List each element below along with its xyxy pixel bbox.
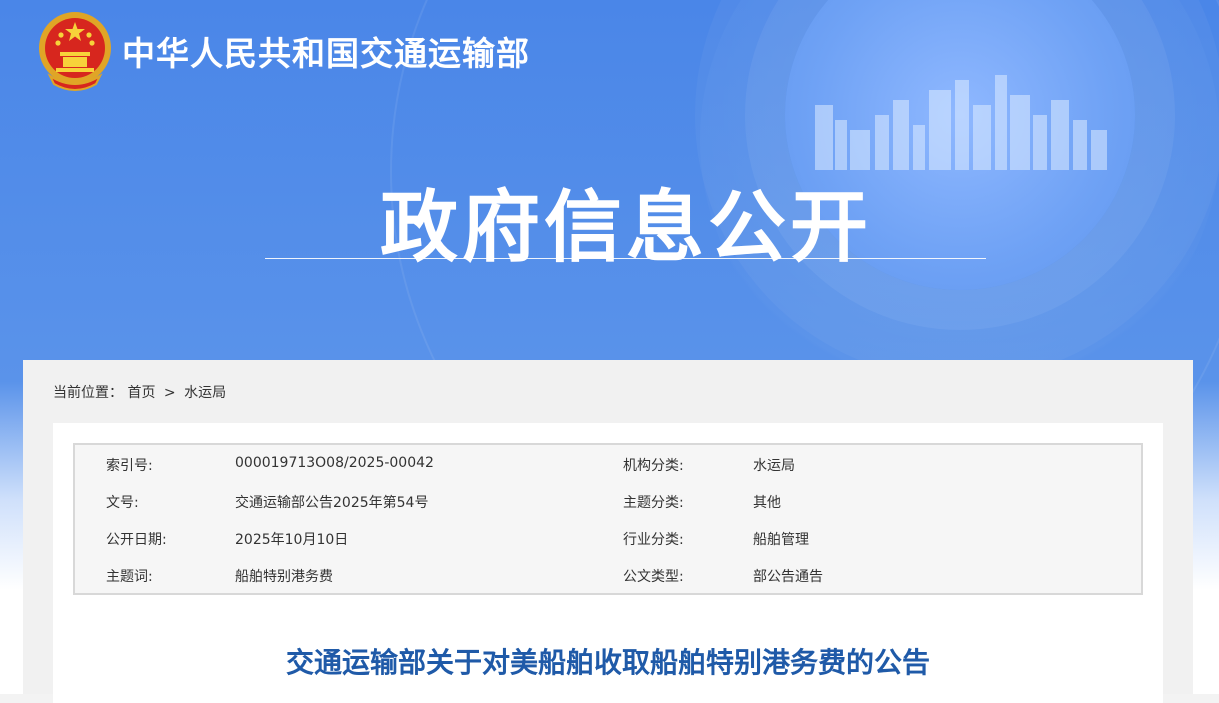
metadata-value: 2025年10月10日 [235,532,349,548]
content-area: 索引号: 000019713O08/2025-00042 机构分类: 水运局 文… [53,423,1163,703]
metadata-value: 部公告通告 [753,569,823,585]
metadata-value: 水运局 [753,458,795,474]
city-skyline-icon [815,75,1107,170]
metadata-value: 船舶管理 [753,532,809,548]
breadcrumb-home-link[interactable]: 首页 [127,385,155,401]
site-logo[interactable]: 中华人民共和国交通运输部 [36,10,530,92]
metadata-key: 索引号: [106,458,153,474]
metadata-value: 其他 [753,495,781,511]
metadata-value: 000019713O08/2025-00042 [235,455,434,471]
title-divider [265,258,986,259]
national-emblem-icon [39,12,111,91]
metadata-key: 文号: [106,495,139,511]
metadata-row: 文号: 交通运输部公告2025年第54号 主题分类: 其他 [75,482,1141,519]
breadcrumb: 当前位置： 首页 > 水运局 [53,382,226,402]
metadata-row: 主题词: 船舶特别港务费 公文类型: 部公告通告 [75,556,1141,593]
document-metadata-table: 索引号: 000019713O08/2025-00042 机构分类: 水运局 文… [73,443,1143,595]
metadata-key: 主题分类: [623,495,684,511]
metadata-key: 行业分类: [623,532,684,548]
metadata-key: 机构分类: [623,458,684,474]
section-title: 政府信息公开 [379,182,872,273]
breadcrumb-label: 当前位置： [53,385,123,401]
document-title: 交通运输部关于对美船舶收取船舶特别港务费的公告 [285,646,930,679]
metadata-key: 公开日期: [106,532,167,548]
metadata-value: 交通运输部公告2025年第54号 [235,495,429,511]
metadata-row: 公开日期: 2025年10月10日 行业分类: 船舶管理 [75,519,1141,556]
site-title: 中华人民共和国交通运输部 [122,34,530,73]
main-panel: 当前位置： 首页 > 水运局 索引号: 000019713O08/2025-00… [23,360,1193,703]
metadata-row: 索引号: 000019713O08/2025-00042 机构分类: 水运局 [75,445,1141,482]
metadata-key: 主题词: [106,569,153,585]
metadata-value: 船舶特别港务费 [235,569,333,585]
breadcrumb-section-link[interactable]: 水运局 [184,385,226,401]
breadcrumb-separator: > [163,385,176,401]
metadata-key: 公文类型: [623,569,684,585]
